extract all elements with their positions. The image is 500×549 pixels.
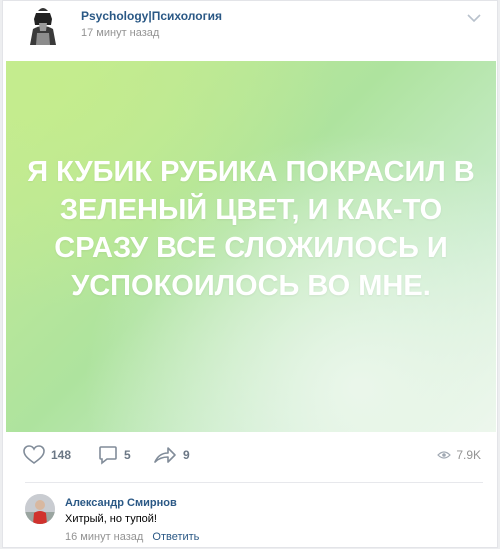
like-button[interactable]: 148 [23, 443, 71, 467]
post-header: Psychology|Психология 17 минут назад [3, 1, 497, 59]
commenter-avatar[interactable] [25, 494, 55, 524]
group-name-link[interactable]: Psychology|Психология [81, 9, 222, 23]
comment-author-link[interactable]: Александр Смирнов [65, 497, 177, 509]
share-count: 9 [183, 448, 190, 462]
comment-button[interactable]: 5 [98, 443, 131, 467]
comment-meta: 16 минут назад Ответить [65, 531, 199, 543]
comment-item: Александр Смирнов Хитрый, но тупой! 16 м… [3, 487, 497, 549]
comment-count: 5 [124, 448, 131, 462]
post-time[interactable]: 17 минут назад [81, 27, 159, 39]
post-image-text: Я КУБИК РУБИКА ПОКРАСИЛ В ЗЕЛЕНЫЙ ЦВЕТ, … [27, 156, 475, 302]
post-actions-bar: 148 5 9 7.9K [3, 439, 497, 471]
group-avatar[interactable] [25, 5, 61, 45]
reply-link[interactable]: Ответить [152, 531, 199, 543]
post-image[interactable]: Я КУБИК РУБИКА ПОКРАСИЛ В ЗЕЛЕНЫЙ ЦВЕТ, … [6, 61, 496, 432]
divider [25, 482, 483, 483]
eye-icon [437, 451, 452, 459]
comment-icon [99, 446, 117, 465]
views-count: 7.9K [456, 448, 481, 462]
bust-icon [25, 5, 61, 45]
comment-time[interactable]: 16 минут назад [65, 531, 143, 543]
comment-text: Хитрый, но тупой! [65, 513, 157, 525]
post-card: Psychology|Психология 17 минут назад Я К… [2, 0, 498, 548]
chevron-down-icon[interactable] [467, 13, 481, 23]
views-counter: 7.9K [437, 443, 481, 467]
share-arrow-icon [154, 447, 176, 463]
person-photo-icon [25, 494, 55, 524]
heart-icon [23, 445, 45, 464]
like-count: 148 [51, 448, 72, 462]
share-button[interactable]: 9 [153, 443, 190, 467]
